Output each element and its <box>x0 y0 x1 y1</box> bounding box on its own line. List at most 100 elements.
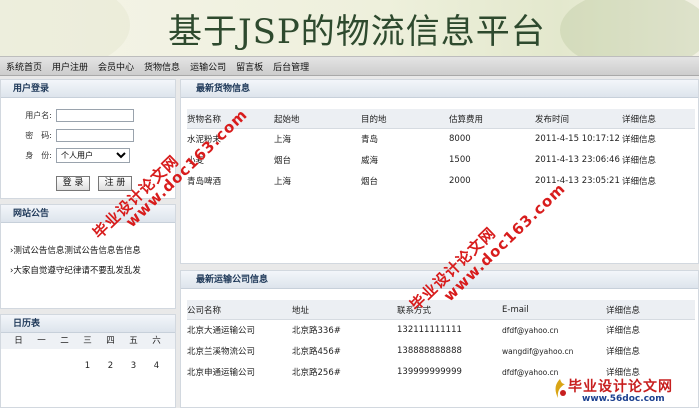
company-detail-link[interactable]: 详细信息 <box>606 345 666 357</box>
goods-table-header: 货物名称 起始地 目的地 估算费用 发布时间 详细信息 <box>187 109 695 129</box>
nav-transport[interactable]: 运输公司 <box>190 60 226 73</box>
notice-item-text: 大家自觉遵守纪律请不要乱发乱发 <box>13 266 141 276</box>
goods-panel-title: 最新货物信息 <box>181 80 698 98</box>
company-cell: wangdif@yahoo.cn <box>502 346 574 356</box>
goods-col-header: 详细信息 <box>622 114 657 125</box>
nav-admin[interactable]: 后台管理 <box>273 60 309 73</box>
watermark-logo-icon <box>555 379 566 398</box>
banner-decoration <box>560 0 699 56</box>
calendar-day[interactable] <box>7 358 30 374</box>
weekday-label: 二 <box>60 336 69 346</box>
login-panel-title: 用户登录 <box>1 80 175 98</box>
banner-decoration <box>0 0 130 56</box>
username-input[interactable] <box>56 109 134 122</box>
goods-col-header: 货物名称 <box>187 114 222 125</box>
company-cell: 北京兰溪物流公司 <box>187 347 256 357</box>
goods-cell: 威海 <box>361 156 379 166</box>
goods-cell: 2011-4-13 23:05:21 <box>535 176 620 186</box>
weekday-label: 四 <box>106 336 115 346</box>
goods-cell: 烟台 <box>361 177 379 187</box>
table-row: 青岛啤酒 上海 烟台 2000 2011-4-13 23:05:21 详细信息 <box>187 171 695 191</box>
username-label: 用户名: <box>25 111 52 120</box>
username-row: 用户名: <box>1 109 134 122</box>
company-col-header: 详细信息 <box>606 305 641 316</box>
company-cell: 北京路336# <box>292 326 341 336</box>
goods-cell: 2011-4-15 10:17:12 <box>535 134 620 144</box>
goods-col-header: 估算费用 <box>449 114 484 125</box>
goods-detail-link[interactable]: 详细信息 <box>622 133 682 145</box>
company-cell: 北京大通运输公司 <box>187 326 256 336</box>
role-select[interactable]: 个人用户 <box>56 148 130 163</box>
nav-home[interactable]: 系统首页 <box>6 60 42 73</box>
login-panel: 用户登录 用户名: 密 码: 身 份: 个人用户 登 录 注 册 <box>0 79 176 199</box>
table-row: 北京大通运输公司 北京路336# 132111111111 dfdf@yahoo… <box>187 320 695 340</box>
footer-watermark: 毕业设计论文网 www.56doc.com <box>552 374 699 408</box>
notice-item[interactable]: ›大家自觉遵守纪律请不要乱发乱发 <box>10 264 141 276</box>
notice-item[interactable]: ›测试公告信息测试公告信息告信息 <box>10 244 141 256</box>
goods-cell: 1500 <box>449 155 471 165</box>
calendar-week-row: 1 2 3 4 <box>1 358 175 374</box>
role-row: 身 份: 个人用户 <box>1 148 130 163</box>
company-col-header: 公司名称 <box>187 305 222 316</box>
goods-table: 货物名称 起始地 目的地 估算费用 发布时间 详细信息 水泥粉末 上海 青岛 8… <box>187 109 695 199</box>
goods-col-header: 发布时间 <box>535 114 570 125</box>
weekday-label: 六 <box>152 336 161 346</box>
weekday-label: 一 <box>37 336 46 346</box>
goods-detail-link[interactable]: 详细信息 <box>622 154 682 166</box>
goods-cell: 小麦 <box>187 156 205 166</box>
table-row: 小麦 烟台 威海 1500 2011-4-13 23:06:46 详细信息 <box>187 150 695 170</box>
calendar-day[interactable]: 1 <box>76 358 99 374</box>
goods-detail-link[interactable]: 详细信息 <box>622 175 682 187</box>
password-label: 密 码: <box>25 131 52 140</box>
goods-cell: 2011-4-13 23:06:46 <box>535 155 620 165</box>
login-button[interactable]: 登 录 <box>56 176 90 191</box>
site-banner: 基于JSP的物流信息平台 <box>0 0 699 56</box>
main-nav: 系统首页 用户注册 会员中心 货物信息 运输公司 留言板 后台管理 <box>0 56 699 76</box>
calendar-day[interactable] <box>53 358 76 374</box>
company-cell: 139999999999 <box>397 367 462 377</box>
goods-cell: 青岛啤酒 <box>187 177 222 187</box>
goods-col-header: 目的地 <box>361 114 387 125</box>
notice-item-text: 测试公告信息测试公告信息告信息 <box>13 246 141 256</box>
nav-member[interactable]: 会员中心 <box>98 60 134 73</box>
notice-panel: 网站公告 ›测试公告信息测试公告信息告信息 ›大家自觉遵守纪律请不要乱发乱发 <box>0 204 176 309</box>
company-detail-link[interactable]: 详细信息 <box>606 324 666 336</box>
notice-panel-title: 网站公告 <box>1 205 175 223</box>
company-col-header: 联系方式 <box>397 305 432 316</box>
company-col-header: E-mail <box>502 304 529 315</box>
weekday-label: 日 <box>14 336 23 346</box>
company-cell: 132111111111 <box>397 325 462 335</box>
table-row: 水泥粉末 上海 青岛 8000 2011-4-15 10:17:12 详细信息 <box>187 129 695 149</box>
goods-cell: 上海 <box>274 135 292 145</box>
site-title: 基于JSP的物流信息平台 <box>168 12 546 52</box>
calendar-panel-title: 日历表 <box>1 315 175 333</box>
calendar-day[interactable] <box>30 358 53 374</box>
password-input[interactable] <box>56 129 134 142</box>
calendar-day[interactable]: 4 <box>145 358 168 374</box>
company-panel-title: 最新运输公司信息 <box>181 271 698 289</box>
goods-cell: 水泥粉末 <box>187 135 222 145</box>
company-cell: dfdf@yahoo.cn <box>502 325 559 335</box>
register-button[interactable]: 注 册 <box>98 176 132 191</box>
goods-cell: 2000 <box>449 176 471 186</box>
calendar-panel: 日历表 日 一 二 三 四 五 六 1 2 3 4 <box>0 314 176 408</box>
nav-register[interactable]: 用户注册 <box>52 60 88 73</box>
company-cell: 138888888888 <box>397 346 462 356</box>
role-label: 身 份: <box>25 151 52 160</box>
company-table-header: 公司名称 地址 联系方式 E-mail 详细信息 <box>187 300 695 320</box>
table-row: 北京兰溪物流公司 北京路456# 138888888888 wangdif@ya… <box>187 341 695 361</box>
goods-cell: 青岛 <box>361 135 379 145</box>
weekday-label: 五 <box>129 336 138 346</box>
calendar-day[interactable]: 2 <box>99 358 122 374</box>
nav-goods[interactable]: 货物信息 <box>144 60 180 73</box>
goods-col-header: 起始地 <box>274 114 300 125</box>
goods-cell: 8000 <box>449 134 471 144</box>
footer-watermark-title: 毕业设计论文网 <box>568 379 673 395</box>
calendar-day[interactable]: 3 <box>122 358 145 374</box>
goods-cell: 烟台 <box>274 156 292 166</box>
nav-guestbook[interactable]: 留言板 <box>236 60 263 73</box>
company-cell: 北京路456# <box>292 347 341 357</box>
company-cell: 北京申通运输公司 <box>187 368 256 378</box>
goods-cell: 上海 <box>274 177 292 187</box>
goods-panel: 最新货物信息 货物名称 起始地 目的地 估算费用 发布时间 详细信息 水泥粉末 … <box>180 79 699 264</box>
